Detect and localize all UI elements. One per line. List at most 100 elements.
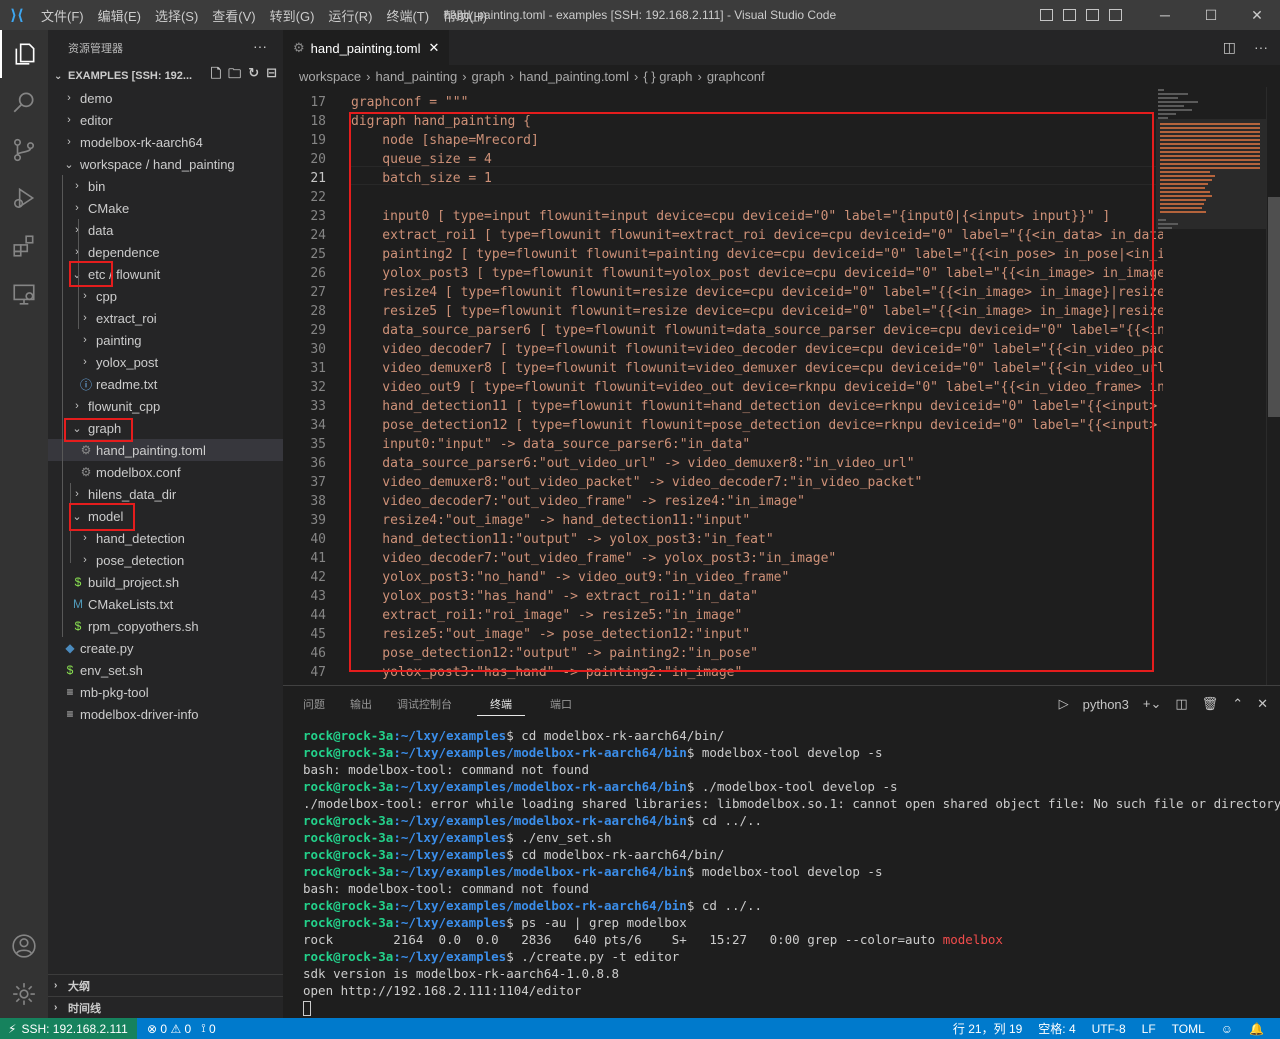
breadcrumb-item[interactable]: { } graph xyxy=(643,69,692,84)
tree-item-bin[interactable]: › bin xyxy=(48,175,283,197)
panel-tab-1[interactable]: 输出 xyxy=(350,686,372,722)
tree-item-rpm-copyothers-sh[interactable]: $ rpm_copyothers.sh xyxy=(48,615,283,637)
menu-item[interactable]: 选择(S) xyxy=(155,9,198,24)
new-folder-icon[interactable]: 🗀 xyxy=(228,65,241,87)
breadcrumb-item[interactable]: workspace xyxy=(299,69,361,84)
account-icon[interactable] xyxy=(0,922,48,970)
outline-section-header[interactable]: › 大纲 xyxy=(48,974,283,996)
line-number: 39 xyxy=(310,513,326,528)
indentation[interactable]: 空格: 4 xyxy=(1038,1020,1075,1037)
tree-item-cpp[interactable]: › cpp xyxy=(48,285,283,307)
panel-tab-3[interactable]: 终端 xyxy=(477,686,525,722)
customize-layout-icon[interactable] xyxy=(1109,9,1122,21)
tree-item-build-project-sh[interactable]: $ build_project.sh xyxy=(48,571,283,593)
breadcrumb-item[interactable]: hand_painting xyxy=(375,69,457,84)
tree-item-editor[interactable]: › editor xyxy=(48,109,283,131)
run-debug-icon[interactable] xyxy=(0,174,48,222)
editor-scrollbar[interactable] xyxy=(1266,87,1280,685)
maximize-panel-icon[interactable]: ⌃ xyxy=(1232,696,1243,712)
breadcrumb-item[interactable]: graph xyxy=(472,69,505,84)
ports-indicator[interactable]: ⟟ 0 xyxy=(201,1021,216,1036)
tree-item-flowunit-cpp[interactable]: › flowunit_cpp xyxy=(48,395,283,417)
tree-item-model[interactable]: ⌄ model xyxy=(48,505,283,527)
search-icon[interactable] xyxy=(0,78,48,126)
menu-item[interactable]: 运行(R) xyxy=(328,9,372,24)
scrollbar-thumb[interactable] xyxy=(1268,197,1280,417)
menu-item[interactable]: 转到(G) xyxy=(270,9,315,24)
code-editor[interactable]: 17 graphconf = """ 18 digraph hand_painting… xyxy=(283,87,1163,685)
tree-item-hand-detection[interactable]: › hand_detection xyxy=(48,527,283,549)
toggle-panel-icon[interactable] xyxy=(1063,9,1076,21)
encoding[interactable]: UTF-8 xyxy=(1092,1022,1126,1036)
tree-item-extract-roi[interactable]: › extract_roi xyxy=(48,307,283,329)
close-panel-icon[interactable]: ✕ xyxy=(1257,696,1268,712)
terminal-shell-label[interactable]: python3 xyxy=(1083,697,1129,712)
settings-gear-icon[interactable] xyxy=(0,970,48,1018)
tree-item-etc-flowunit[interactable]: ⌄ etc / flowunit xyxy=(48,263,283,285)
tree-item-modelbox-conf[interactable]: ⚙ modelbox.conf xyxy=(48,461,283,483)
tab-hand-painting-toml[interactable]: ⚙ hand_painting.toml ✕ xyxy=(283,30,450,65)
tree-item-painting[interactable]: › painting xyxy=(48,329,283,351)
explorer-icon[interactable] xyxy=(0,30,48,78)
terminal-shell-icon[interactable]: ▷ xyxy=(1059,696,1069,712)
minimap[interactable] xyxy=(1156,87,1266,685)
refresh-icon[interactable]: ↻ xyxy=(248,65,259,87)
tree-item-workspace-hand-painting[interactable]: ⌄ workspace / hand_painting xyxy=(48,153,283,175)
problems-indicator[interactable]: ⊗ 0 ⚠ 0 xyxy=(147,1022,191,1036)
tree-item-mb-pkg-tool[interactable]: ≡ mb-pkg-tool xyxy=(48,681,283,703)
feedback-icon[interactable]: ☺ xyxy=(1221,1022,1233,1036)
tree-item-env-set-sh[interactable]: $ env_set.sh xyxy=(48,659,283,681)
kill-terminal-icon[interactable]: 🗑 xyxy=(1202,696,1219,712)
new-terminal-icon[interactable]: +⌄ xyxy=(1143,696,1161,712)
extensions-icon[interactable] xyxy=(0,222,48,270)
terminal-prompt-user: rock@rock-3a xyxy=(303,813,394,828)
tree-item-hilens-data-dir[interactable]: › hilens_data_dir xyxy=(48,483,283,505)
remote-indicator[interactable]: ⚡ SSH: 192.168.2.111 xyxy=(0,1018,137,1039)
tree-item-hand-painting-toml[interactable]: ⚙ hand_painting.toml xyxy=(48,439,283,461)
language-mode[interactable]: TOML xyxy=(1172,1022,1205,1036)
remote-explorer-icon[interactable] xyxy=(0,270,48,318)
tree-item-modelbox-driver-info[interactable]: ≡ modelbox-driver-info xyxy=(48,703,283,725)
tree-item-readme-txt[interactable]: ⓘ readme.txt xyxy=(48,373,283,395)
menu-item[interactable]: 文件(F) xyxy=(41,9,84,24)
menu-item[interactable]: 查看(V) xyxy=(212,9,255,24)
end-of-line[interactable]: LF xyxy=(1142,1022,1156,1036)
terminal-output[interactable]: rock@rock-3a:~/lxy/examples$ cd modelbox… xyxy=(303,727,1280,1016)
split-terminal-icon[interactable]: ◫ xyxy=(1175,696,1187,712)
collapse-all-icon[interactable]: ⊟ xyxy=(266,65,277,87)
tree-item-create-py[interactable]: ◆ create.py xyxy=(48,637,283,659)
tree-item-yolox-post[interactable]: › yolox_post xyxy=(48,351,283,373)
tree-item-graph[interactable]: ⌄ graph xyxy=(48,417,283,439)
minimize-button[interactable]: ─ xyxy=(1142,0,1188,30)
cursor-position[interactable]: 行 21，列 19 xyxy=(953,1020,1022,1037)
tree-item-pose-detection[interactable]: › pose_detection xyxy=(48,549,283,571)
tree-item-demo[interactable]: › demo xyxy=(48,87,283,109)
close-window-button[interactable]: ✕ xyxy=(1234,0,1280,30)
tree-item-modelbox-rk-aarch64[interactable]: › modelbox-rk-aarch64 xyxy=(48,131,283,153)
workspace-section-header[interactable]: ⌄ EXAMPLES [SSH: 192... 🗋 🗀 ↻ ⊟ xyxy=(48,65,283,87)
maximize-button[interactable]: ☐ xyxy=(1188,0,1234,30)
more-actions-icon[interactable]: ··· xyxy=(253,38,267,54)
toggle-sidebar-icon[interactable] xyxy=(1040,9,1053,21)
menu-item[interactable]: 帮助(H) xyxy=(443,9,487,24)
tree-item-data[interactable]: › data xyxy=(48,219,283,241)
menu-item[interactable]: 编辑(E) xyxy=(98,9,141,24)
notifications-icon[interactable]: 🔔 xyxy=(1249,1022,1264,1036)
more-editor-actions-icon[interactable]: ··· xyxy=(1254,39,1268,56)
panel-tab-4[interactable]: 端口 xyxy=(550,686,572,722)
terminal-cursor[interactable] xyxy=(303,1001,311,1016)
tree-item-dependence[interactable]: › dependence xyxy=(48,241,283,263)
toggle-secondary-sidebar-icon[interactable] xyxy=(1086,9,1099,21)
new-file-icon[interactable]: 🗋 xyxy=(211,65,221,87)
timeline-section-header[interactable]: › 时间线 xyxy=(48,996,283,1018)
split-editor-icon[interactable]: ◫ xyxy=(1223,39,1236,56)
source-control-icon[interactable] xyxy=(0,126,48,174)
close-tab-icon[interactable]: ✕ xyxy=(429,40,440,56)
panel-tab-0[interactable]: 问题 xyxy=(303,686,325,722)
panel-tab-2[interactable]: 调试控制台 xyxy=(397,686,452,722)
tree-item-cmake[interactable]: › CMake xyxy=(48,197,283,219)
tree-item-cmakelists-txt[interactable]: M CMakeLists.txt xyxy=(48,593,283,615)
breadcrumb-item[interactable]: hand_painting.toml xyxy=(519,69,629,84)
breadcrumb-item[interactable]: graphconf xyxy=(707,69,765,84)
menu-item[interactable]: 终端(T) xyxy=(386,9,429,24)
